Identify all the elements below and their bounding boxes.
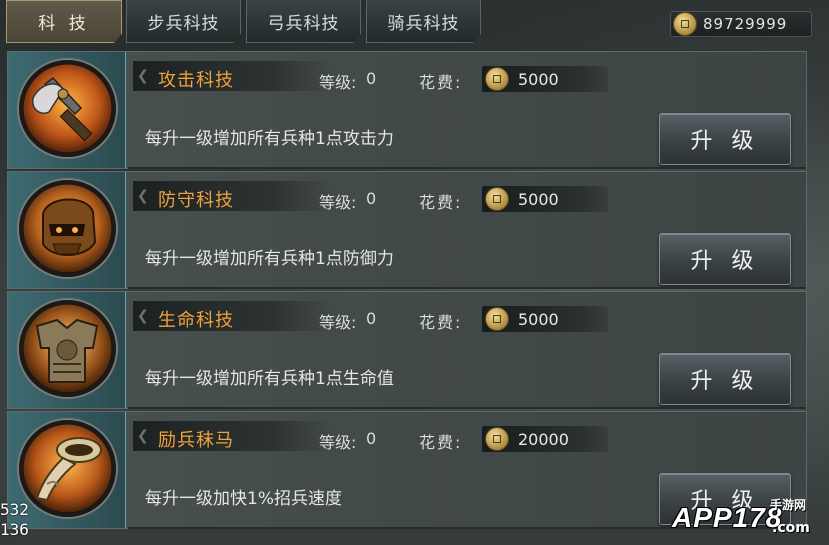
coin-icon — [673, 12, 697, 36]
tech-name: 生命科技 — [158, 310, 234, 331]
tech-row-defense: ❮ 防守科技 等级: 0 花费: 5000 每升一级增加所有兵种1点防御力 升 … — [7, 171, 807, 289]
tech-name: 防守科技 — [158, 190, 234, 211]
icon-well — [8, 172, 126, 288]
battle-axe-icon — [19, 60, 116, 157]
tech-name: 攻击科技 — [158, 70, 234, 91]
chevron-left-icon: ❮ — [137, 188, 149, 204]
cost-box: 5000 — [482, 186, 608, 212]
tech-description: 每升一级增加所有兵种1点生命值 — [145, 369, 394, 389]
level-value: 0 — [366, 189, 377, 208]
level-value: 0 — [366, 309, 377, 328]
cost-label: 花费: — [419, 193, 463, 212]
level-label: 等级: — [319, 73, 357, 92]
upgrade-button[interactable]: 升 级 — [659, 233, 791, 285]
currency-display: 89729999 — [670, 11, 812, 37]
cost-value: 5000 — [518, 70, 559, 89]
tech-description: 每升一级增加所有兵种1点攻击力 — [145, 129, 394, 149]
cost-box: 5000 — [482, 66, 608, 92]
level-value: 0 — [366, 69, 377, 88]
cost-box: 5000 — [482, 306, 608, 332]
level-label: 等级: — [319, 193, 357, 212]
watermark-text: APP178 — [672, 501, 783, 533]
debug-line: 532 — [0, 500, 29, 519]
cost-label: 花费: — [419, 73, 463, 92]
debug-line: 136 — [0, 520, 29, 539]
coin-icon — [485, 427, 509, 451]
coin-icon — [485, 67, 509, 91]
cost-label: 花费: — [419, 433, 463, 452]
helmet-icon — [19, 180, 116, 277]
cost-value: 20000 — [518, 430, 569, 449]
tab-infantry-tech[interactable]: 步兵科技 — [126, 0, 241, 43]
tech-name: 励兵秣马 — [158, 430, 234, 451]
upgrade-button[interactable]: 升 级 — [659, 113, 791, 165]
icon-well — [8, 292, 126, 408]
chevron-left-icon: ❮ — [137, 68, 149, 84]
cost-value: 5000 — [518, 310, 559, 329]
chevron-left-icon: ❮ — [137, 308, 149, 324]
debug-overlay: 532 136 — [0, 500, 29, 540]
war-horn-icon — [19, 420, 116, 517]
cost-label: 花费: — [419, 313, 463, 332]
game-screen: 科 技 步兵科技 弓兵科技 骑兵科技 89729999 ❮ 攻击科技 等级: 0… — [0, 0, 829, 545]
chevron-left-icon: ❮ — [137, 428, 149, 444]
tech-row-health: ❮ 生命科技 等级: 0 花费: 5000 每升一级增加所有兵种1点生命值 升 … — [7, 291, 807, 409]
armor-icon — [19, 300, 116, 397]
cost-box: 20000 — [482, 426, 608, 452]
tab-cavalry-tech[interactable]: 骑兵科技 — [366, 0, 481, 43]
watermark-sub-text: .com — [772, 520, 810, 536]
tech-description: 每升一级增加所有兵种1点防御力 — [145, 249, 394, 269]
tech-row-attack: ❮ 攻击科技 等级: 0 花费: 5000 每升一级增加所有兵种1点攻击力 升 … — [7, 51, 807, 169]
tech-list[interactable]: ❮ 攻击科技 等级: 0 花费: 5000 每升一级增加所有兵种1点攻击力 升 … — [7, 51, 807, 545]
watermark-logo: APP178 手游网 .com — [672, 490, 829, 545]
upgrade-button[interactable]: 升 级 — [659, 353, 791, 405]
currency-value: 89729999 — [703, 15, 788, 33]
level-label: 等级: — [319, 313, 357, 332]
tech-description: 每升一级加快1%招兵速度 — [145, 489, 342, 509]
coin-icon — [485, 187, 509, 211]
level-value: 0 — [366, 429, 377, 448]
icon-well — [8, 52, 126, 168]
tab-tech[interactable]: 科 技 — [6, 0, 122, 43]
coin-icon — [485, 307, 509, 331]
tab-archer-tech[interactable]: 弓兵科技 — [246, 0, 361, 43]
watermark-side-text: 手游网 — [770, 498, 807, 512]
cost-value: 5000 — [518, 190, 559, 209]
level-label: 等级: — [319, 433, 357, 452]
